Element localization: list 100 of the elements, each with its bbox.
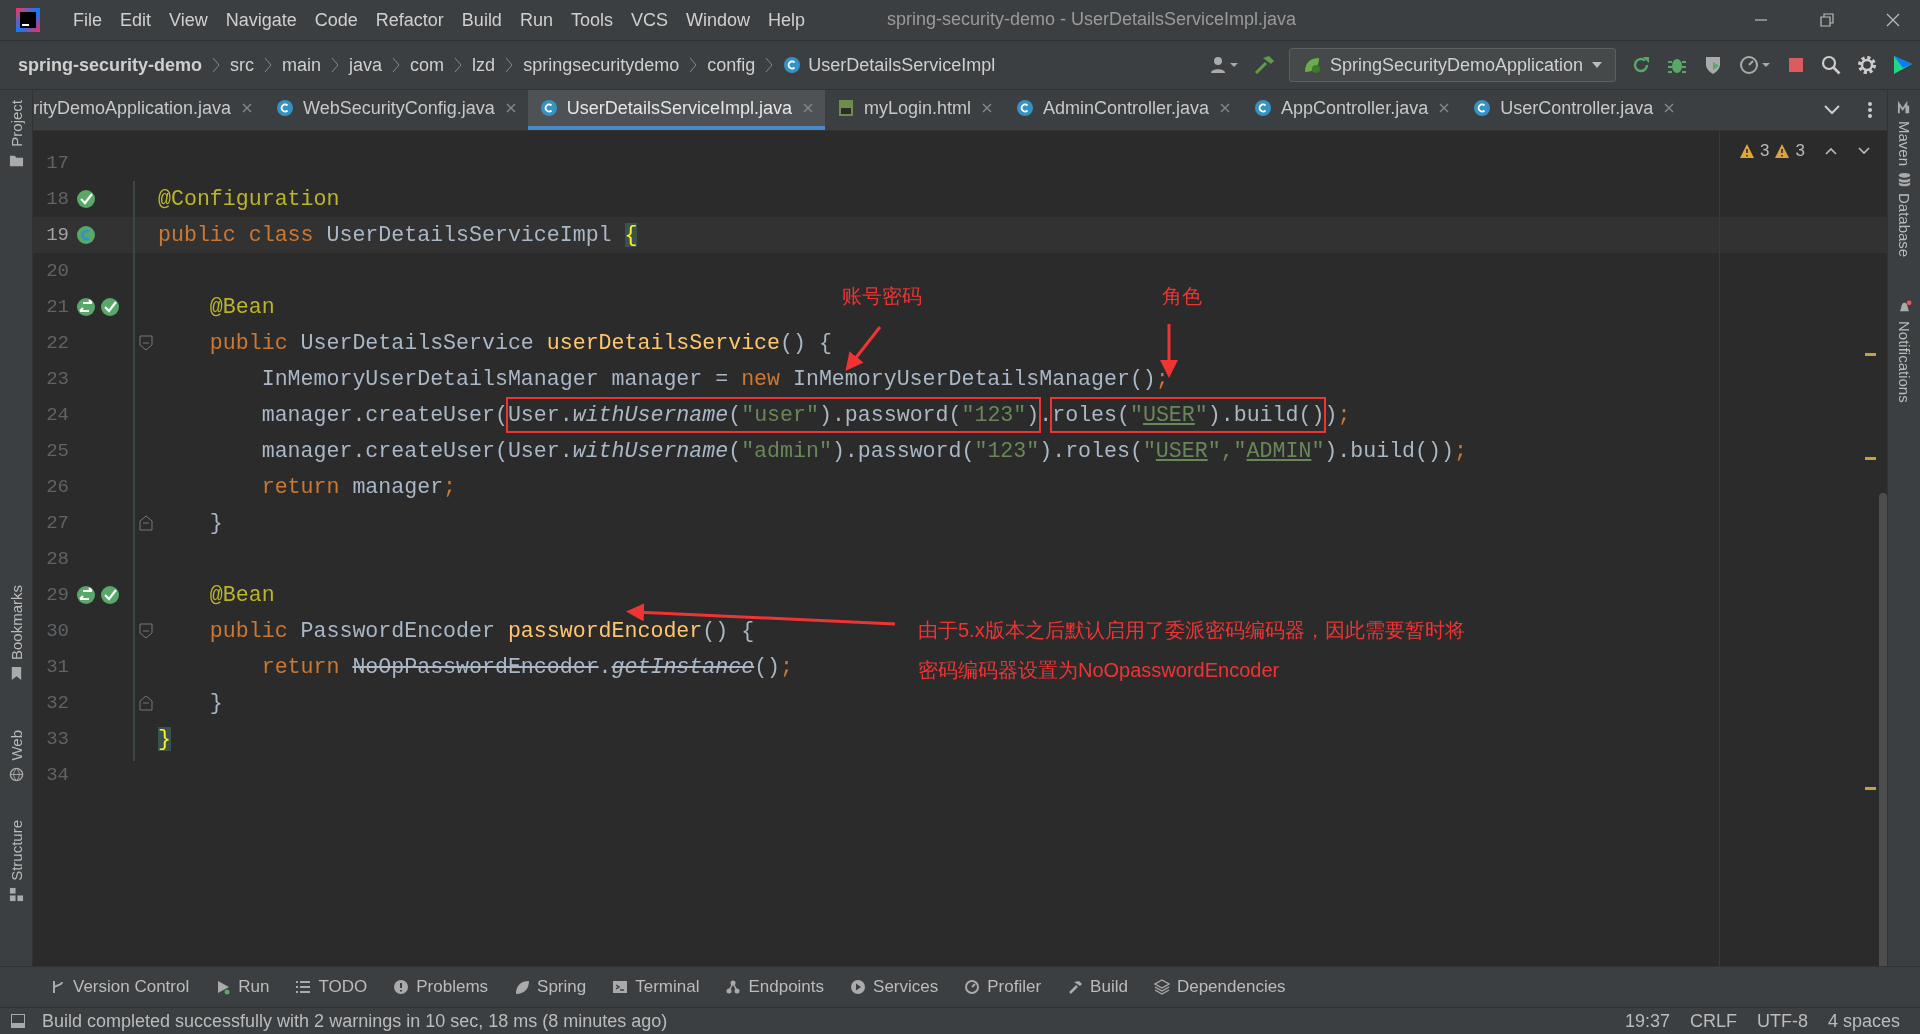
menu-item[interactable]: View xyxy=(160,9,217,31)
tool-window-button[interactable]: Bookmarks xyxy=(0,585,32,682)
layers-icon xyxy=(1153,979,1170,995)
breadcrumb[interactable]: java xyxy=(349,54,383,76)
close-icon[interactable] xyxy=(1664,103,1675,113)
check-badge-icon[interactable] xyxy=(75,188,97,210)
close-icon[interactable] xyxy=(242,103,253,113)
warning-icon[interactable] xyxy=(1739,143,1755,159)
menu-item[interactable]: Run xyxy=(510,9,562,31)
tool-window-button[interactable]: Terminal xyxy=(612,977,700,997)
plugin-logo-icon[interactable] xyxy=(1892,54,1914,76)
scrollbar-thumb[interactable] xyxy=(1879,493,1887,966)
tool-window-button[interactable]: Notifications xyxy=(1888,300,1920,403)
class-badge-icon[interactable] xyxy=(75,224,97,246)
close-icon[interactable] xyxy=(1886,13,1900,27)
tool-window-button[interactable]: Maven xyxy=(1888,100,1920,167)
fold-icon[interactable] xyxy=(138,335,153,351)
fold-icon[interactable] xyxy=(138,515,153,531)
tool-window-button[interactable]: Problems xyxy=(393,977,489,997)
breadcrumb[interactable]: lzd xyxy=(472,54,496,76)
link-badge-icon[interactable] xyxy=(75,584,97,606)
tool-window-button[interactable]: Dependencies xyxy=(1153,977,1286,997)
status-item[interactable]: 4 spaces xyxy=(1827,1010,1900,1032)
fold-icon[interactable] xyxy=(138,623,153,639)
tool-window-button[interactable]: Structure xyxy=(0,820,32,902)
breadcrumb[interactable]: spring-security-demo xyxy=(18,54,203,76)
fold-icon[interactable] xyxy=(138,695,153,711)
breadcrumb[interactable]: springsecuritydemo xyxy=(523,54,680,76)
editor-tab[interactable]: rityDemoApplication.java xyxy=(33,90,265,130)
tool-window-button[interactable]: Build xyxy=(1067,977,1128,997)
line-number: 28 xyxy=(45,548,69,570)
gauge-icon xyxy=(964,979,981,995)
menu-item[interactable]: Navigate xyxy=(216,9,306,31)
line-number: 22 xyxy=(45,332,69,354)
menu-item[interactable]: Tools xyxy=(561,9,622,31)
tool-window-button[interactable]: TODO xyxy=(295,977,368,997)
menu-item[interactable]: Help xyxy=(759,9,815,31)
warning-marker[interactable] xyxy=(1865,787,1876,790)
warning-icon[interactable] xyxy=(1774,143,1791,159)
breadcrumb[interactable]: UserDetailsServiceImpl xyxy=(808,54,996,76)
menu-item[interactable]: VCS xyxy=(621,9,677,31)
menu-item[interactable]: Build xyxy=(452,9,511,31)
gauge-icon[interactable] xyxy=(1738,54,1772,76)
breadcrumb[interactable]: src xyxy=(230,54,255,76)
menu-item[interactable]: Refactor xyxy=(366,9,453,31)
menu-item[interactable]: Edit xyxy=(111,9,161,31)
check-badge-icon[interactable] xyxy=(99,296,121,318)
tool-window-button[interactable]: Version Control xyxy=(50,977,190,997)
menu-item[interactable]: File xyxy=(64,9,111,31)
chevron-up-icon[interactable] xyxy=(1823,146,1838,156)
close-icon[interactable] xyxy=(1439,103,1450,113)
code-line: public PasswordEncoder passwordEncoder() { xyxy=(208,618,755,645)
class-icon xyxy=(276,99,295,117)
panel-toggle-icon[interactable] xyxy=(10,1013,26,1029)
code-line: } xyxy=(208,510,223,537)
search-icon[interactable] xyxy=(1820,54,1842,76)
tool-window-button[interactable]: Web xyxy=(0,730,32,782)
warning-marker[interactable] xyxy=(1865,353,1876,356)
chevron-down-icon[interactable] xyxy=(1856,146,1871,156)
tool-window-button[interactable]: Profiler xyxy=(964,977,1042,997)
status-item[interactable]: CRLF xyxy=(1689,1010,1737,1032)
tool-window-button[interactable]: Endpoints xyxy=(725,977,825,997)
user-icon[interactable] xyxy=(1208,55,1239,75)
list-icon xyxy=(295,979,312,995)
tool-window-button[interactable]: Spring xyxy=(514,977,587,997)
close-icon[interactable] xyxy=(1220,103,1231,113)
chevron-icon xyxy=(689,57,698,73)
editor-tab[interactable]: myLogin.html xyxy=(824,90,1004,130)
status-item[interactable]: UTF-8 xyxy=(1756,1010,1808,1032)
restore-icon[interactable] xyxy=(1820,13,1834,27)
editor-tab[interactable]: AppController.java xyxy=(1242,90,1462,130)
editor-tab[interactable]: WebSecurityConfig.java xyxy=(264,90,528,130)
line-number: 19 xyxy=(45,224,69,246)
close-icon[interactable] xyxy=(505,103,516,113)
more-icon[interactable] xyxy=(1867,101,1873,119)
hammer-icon[interactable] xyxy=(1252,54,1275,76)
tool-window-button[interactable]: Database xyxy=(1888,172,1920,258)
chevron-down-icon[interactable] xyxy=(1823,104,1841,116)
tool-window-button[interactable]: Project xyxy=(0,100,32,168)
tool-window-button[interactable]: Run xyxy=(215,977,270,997)
editor-tab[interactable]: UserController.java xyxy=(1461,90,1687,130)
menu-item[interactable]: Window xyxy=(676,9,759,31)
run-configuration-dropdown[interactable]: SpringSecurityDemoApplication xyxy=(1288,48,1616,82)
stop-icon[interactable] xyxy=(1786,55,1806,75)
editor-tab[interactable]: AdminController.java xyxy=(1004,90,1243,130)
link-badge-icon[interactable] xyxy=(75,296,97,318)
editor-tab[interactable]: UserDetailsServiceImpl.java xyxy=(527,90,825,130)
close-icon[interactable] xyxy=(982,103,992,113)
breadcrumb[interactable]: com xyxy=(410,54,445,76)
menu-item[interactable]: Code xyxy=(305,9,367,31)
breadcrumb[interactable]: main xyxy=(282,54,322,76)
class-icon xyxy=(1016,99,1034,117)
check-badge-icon[interactable] xyxy=(99,584,121,606)
status-item[interactable]: 19:37 xyxy=(1624,1010,1670,1032)
tool-window-button[interactable]: Services xyxy=(850,977,939,997)
breadcrumb[interactable]: config xyxy=(707,54,756,76)
warning-marker[interactable] xyxy=(1865,457,1876,460)
hammer-icon xyxy=(1067,979,1084,995)
class-icon xyxy=(783,56,802,74)
settings-icon[interactable] xyxy=(1856,54,1878,76)
